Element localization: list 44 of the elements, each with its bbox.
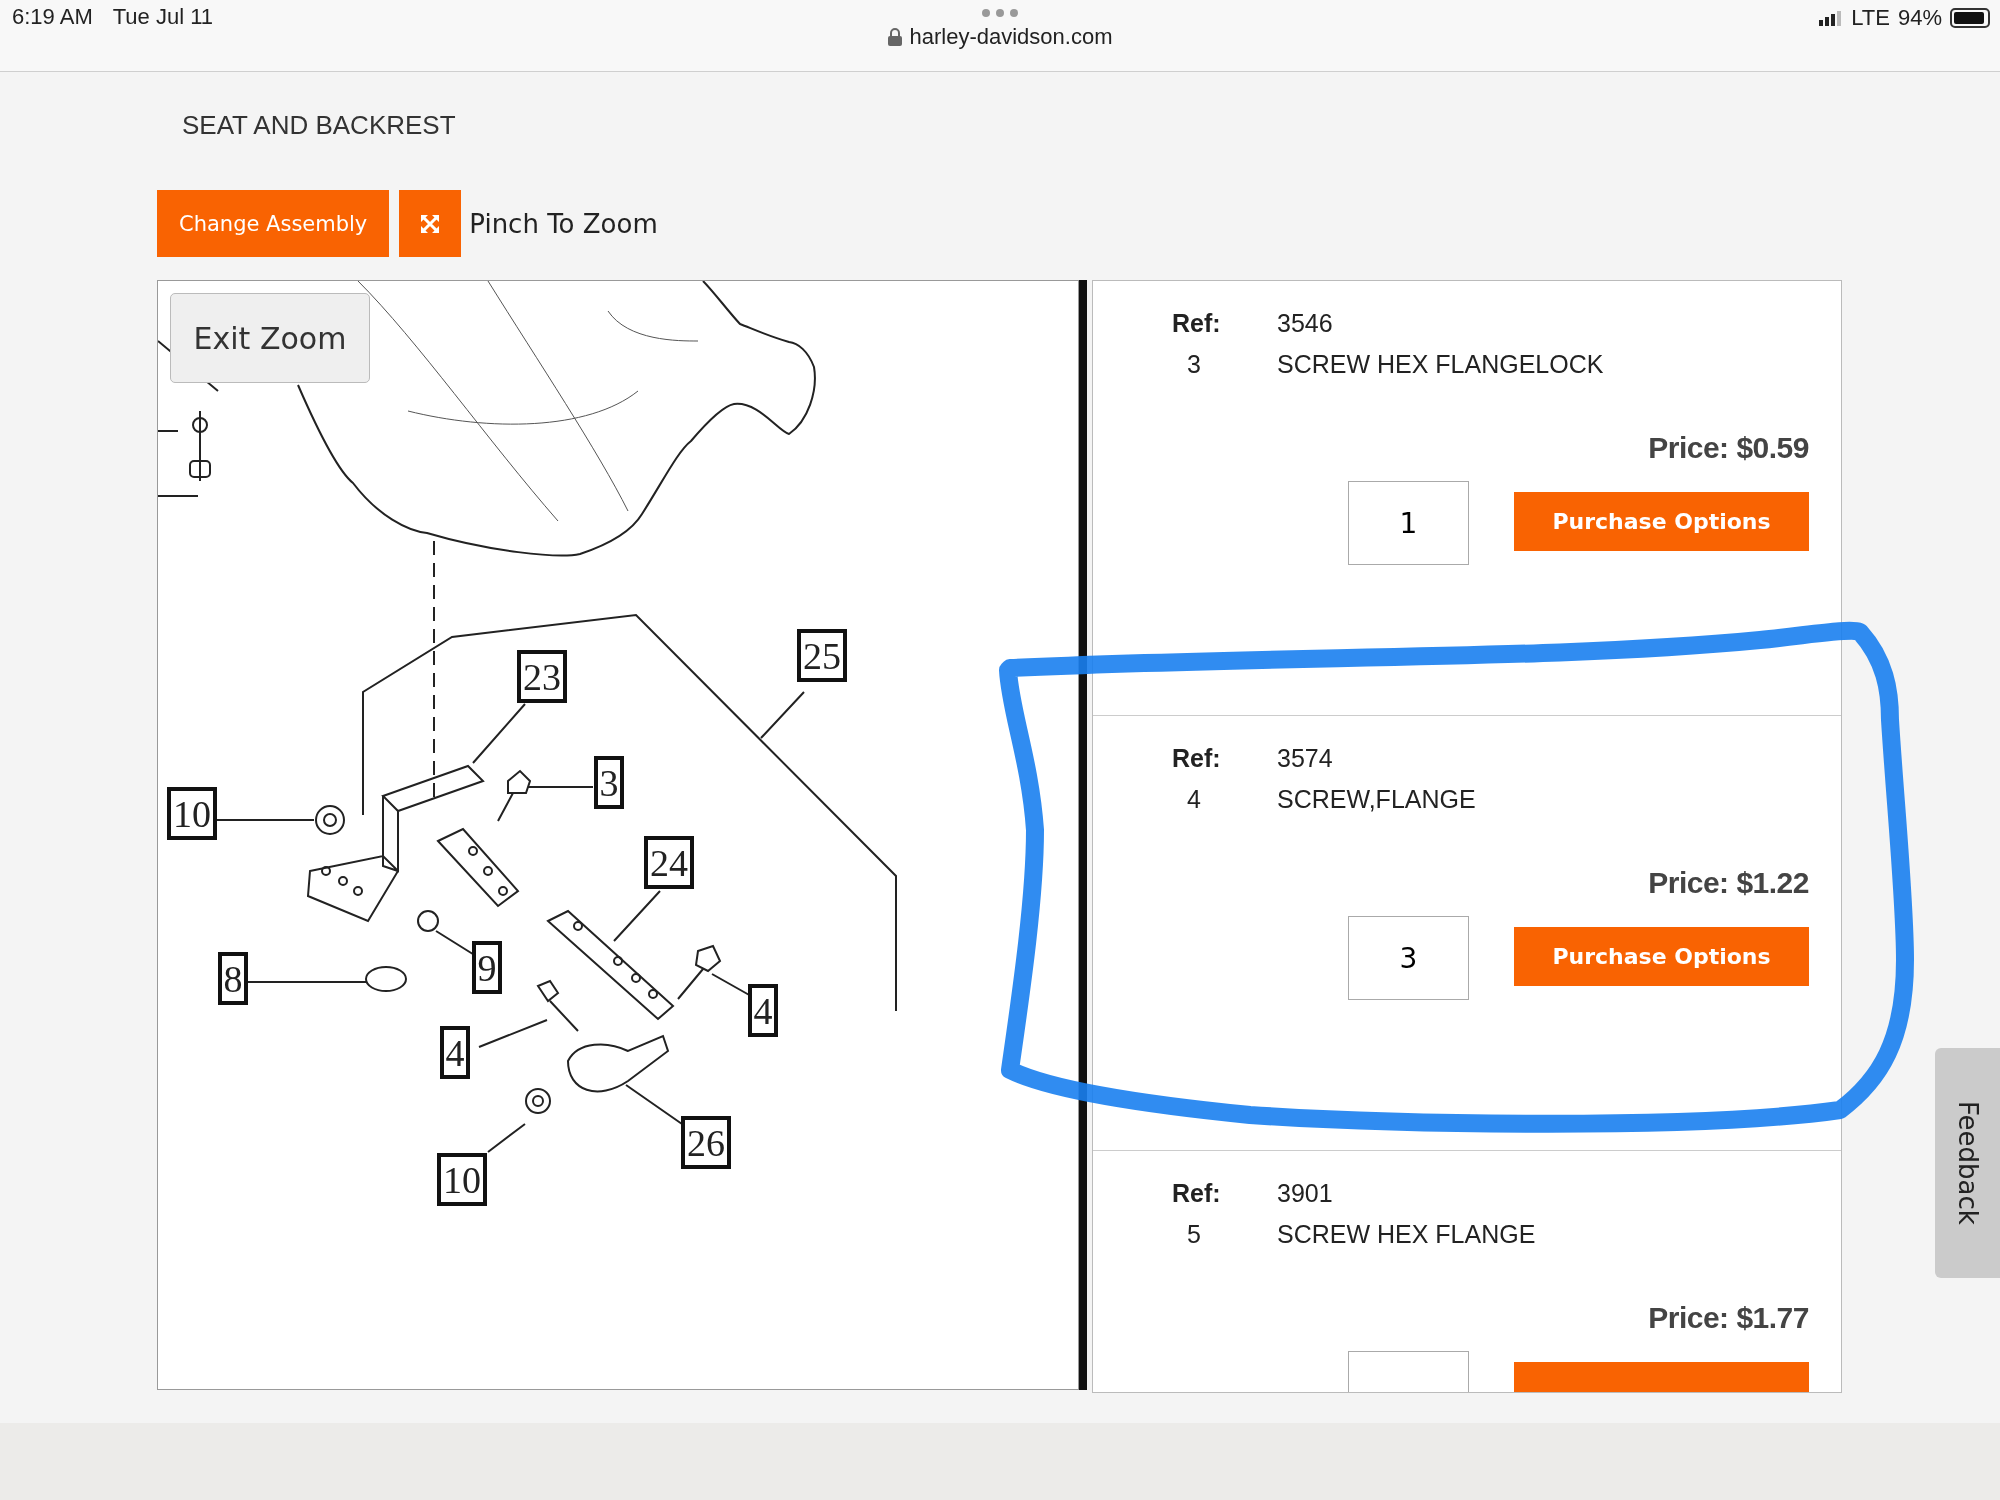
feedback-tab[interactable]: Feedback — [1935, 1048, 2000, 1278]
parts-diagram[interactable]: 23 25 3 10 24 8 9 4 4 26 10 Exit Zoom — [157, 280, 1079, 1390]
expand-button[interactable] — [399, 190, 462, 257]
part-callout[interactable]: 4 — [748, 984, 778, 1037]
part-callout[interactable]: 24 — [644, 836, 694, 889]
part-price: Price: $1.77 — [1648, 1301, 1809, 1335]
status-date: Tue Jul 11 — [112, 4, 213, 30]
more-dots-icon[interactable] — [980, 8, 1020, 18]
battery-percent: 94% — [1897, 5, 1942, 31]
part-callout[interactable]: 23 — [517, 650, 567, 703]
ref-label: Ref: — [1172, 1179, 1222, 1208]
part-description: SCREW HEX FLANGE — [1277, 1220, 1537, 1249]
battery-icon — [1950, 8, 1990, 28]
part-callout[interactable]: 26 — [681, 1116, 731, 1169]
exit-zoom-button[interactable]: Exit Zoom — [170, 293, 370, 383]
ref-number: 3574 — [1277, 744, 1334, 773]
lock-icon — [887, 28, 902, 46]
ref-number: 3901 — [1277, 1179, 1334, 1208]
part-callout[interactable]: 10 — [437, 1153, 487, 1206]
part-price: Price: $0.59 — [1648, 431, 1809, 465]
quantity-field[interactable]: 1 — [1348, 481, 1469, 565]
part-callout[interactable]: 4 — [440, 1026, 470, 1079]
zoom-hint: Pinch To Zoom — [469, 208, 658, 239]
page-title: SEAT AND BACKREST — [182, 110, 457, 140]
ref-label: Ref: — [1172, 744, 1222, 773]
part-description: SCREW HEX FLANGELOCK — [1277, 350, 1605, 379]
quantity-field[interactable]: 3 — [1348, 916, 1469, 1000]
ref-number: 3546 — [1277, 309, 1334, 338]
part-callout[interactable]: 10 — [167, 787, 217, 840]
part-price: Price: $1.22 — [1648, 866, 1809, 900]
part-callout[interactable]: 3 — [594, 756, 624, 809]
item-number: 4 — [1186, 785, 1202, 814]
address-url[interactable]: harley-davidson.com — [909, 24, 1113, 50]
status-time: 6:19 AM — [12, 4, 93, 30]
signal-icon — [1819, 10, 1844, 26]
part-callout[interactable]: 9 — [472, 941, 502, 994]
part-callout[interactable]: 8 — [218, 952, 248, 1005]
item-number: 5 — [1186, 1220, 1202, 1249]
item-number: 3 — [1186, 350, 1202, 379]
part-callout[interactable]: 25 — [797, 629, 847, 682]
expand-icon — [420, 213, 441, 234]
part-description: SCREW,FLANGE — [1277, 785, 1477, 814]
ref-label: Ref: — [1172, 309, 1222, 338]
network-label: LTE — [1851, 5, 1890, 31]
